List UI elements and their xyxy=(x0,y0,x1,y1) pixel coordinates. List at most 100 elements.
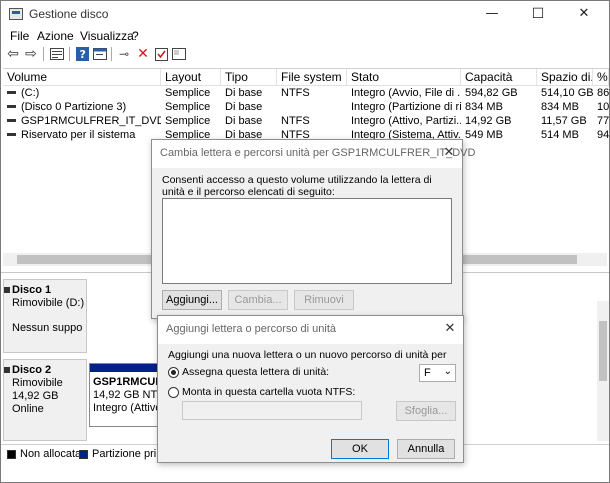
cell-spazio: 514,10 GB xyxy=(541,87,593,99)
cell-stato: Integro (Attivo, Partizi... xyxy=(351,115,461,127)
cell-spazio: 514 MB xyxy=(541,129,579,141)
disk-2-type: Rimovibile xyxy=(12,377,63,389)
table-row[interactable]: (C:) Semplice Di base NTFS Integro (Avvi… xyxy=(3,86,609,100)
maximize-button[interactable]: ☐ xyxy=(515,1,561,28)
col-capacita[interactable]: Capacità xyxy=(461,69,537,86)
disk-2-name: Disco 2 xyxy=(12,364,52,376)
dialog-title-bar: Cambia lettera e percorsi unità per GSP1… xyxy=(152,140,475,168)
cell-layout: Semplice xyxy=(165,101,211,113)
disk-icon xyxy=(4,287,10,293)
col-percent[interactable]: % c xyxy=(593,69,609,86)
col-tipo[interactable]: Tipo xyxy=(221,69,277,86)
close-icon[interactable]: ✕ xyxy=(439,320,461,340)
col-layout[interactable]: Layout xyxy=(161,69,221,86)
vertical-scrollbar[interactable] xyxy=(597,301,609,441)
change-button[interactable]: Cambia... xyxy=(228,290,288,310)
disk-2-header[interactable]: Disco 2 Rimovibile 14,92 GB Online xyxy=(3,359,87,441)
mount-folder-input[interactable] xyxy=(182,401,362,420)
dialog-title: Aggiungi lettera o percorso di unità xyxy=(166,323,336,335)
cell-file-system xyxy=(277,100,347,114)
dialog-description: Aggiungi una nuova lettera o un nuovo pe… xyxy=(168,349,447,361)
disk-1-header[interactable]: Disco 1 Rimovibile (D:) Nessun suppo xyxy=(3,279,87,353)
drive-paths-list[interactable] xyxy=(162,198,452,284)
table-row[interactable]: (Disco 0 Partizione 3) Semplice Di base … xyxy=(3,100,609,114)
cell-spazio: 11,57 GB xyxy=(541,115,587,127)
menu-file[interactable]: File xyxy=(10,29,29,43)
properties-icon[interactable] xyxy=(92,46,108,62)
mount-folder-label[interactable]: Monta in questa cartella vuota NTFS: xyxy=(182,386,355,398)
cell-percent: 100 xyxy=(597,101,609,113)
disk-1-name: Disco 1 xyxy=(12,284,52,296)
cell-stato: Integro (Avvio, File di ... xyxy=(351,87,461,99)
cell-capacita: 834 MB xyxy=(465,101,503,113)
disk-2-size: 14,92 GB xyxy=(12,390,59,402)
volume-icon xyxy=(7,105,16,108)
minimize-button[interactable]: — xyxy=(469,1,515,28)
delete-icon[interactable]: ✕ xyxy=(135,46,151,62)
check-icon[interactable] xyxy=(153,46,169,62)
assign-letter-radio[interactable] xyxy=(168,367,179,378)
mount-folder-radio[interactable] xyxy=(168,387,179,398)
remove-button[interactable]: Rimuovi xyxy=(294,290,354,310)
col-file-system[interactable]: File system xyxy=(277,69,347,86)
chevron-down-icon: ⌄ xyxy=(443,366,452,377)
connect-icon[interactable]: ⊸ xyxy=(116,46,132,62)
menu-help[interactable]: ? xyxy=(132,29,139,43)
add-drive-letter-dialog: Aggiungi lettera o percorso di unità ✕ A… xyxy=(157,315,464,463)
cell-file-system: NTFS xyxy=(281,87,310,99)
cell-stato: Integro (Partizione di ri... xyxy=(351,101,461,113)
table-header: Volume Layout Tipo File system Stato Cap… xyxy=(3,69,609,86)
cell-layout: Semplice xyxy=(165,87,211,99)
back-arrow-icon[interactable]: ⇦ xyxy=(5,46,21,62)
cell-tipo: Di base xyxy=(225,115,263,127)
dialog-title: Cambia lettera e percorsi unità per GSP1… xyxy=(160,147,476,159)
menu-azione[interactable]: Azione xyxy=(37,29,74,43)
close-button[interactable]: ✕ xyxy=(561,1,607,28)
dialog-title-bar: Aggiungi lettera o percorso di unità ✕ xyxy=(158,316,463,344)
disk-1-type: Rimovibile (D:) xyxy=(12,297,85,309)
cell-tipo: Di base xyxy=(225,101,263,113)
close-icon[interactable]: ✕ xyxy=(438,144,460,164)
window-icon[interactable] xyxy=(171,46,187,62)
dialog-description: Consenti accesso a questo volume utilizz… xyxy=(162,174,432,198)
volume-icon xyxy=(7,133,16,136)
table-row[interactable]: GSP1RMCULFRER_IT_DVD Semplice Di base NT… xyxy=(3,114,609,128)
forward-arrow-icon[interactable]: ⇨ xyxy=(23,46,39,62)
legend-unallocated-swatch xyxy=(7,450,16,459)
col-spazio[interactable]: Spazio di... xyxy=(537,69,593,86)
help-icon[interactable]: ? xyxy=(74,46,90,62)
legend-unallocated-label: Non allocata xyxy=(20,448,82,460)
menu-bar: File Azione Visualizza ? xyxy=(1,28,609,46)
cell-tipo: Di base xyxy=(225,87,263,99)
disk-management-window: Gestione disco — ☐ ✕ File Azione Visuali… xyxy=(0,0,610,483)
cell-volume: Riservato per il sistema xyxy=(21,129,136,141)
cell-volume: GSP1RMCULFRER_IT_DVD xyxy=(21,115,161,127)
browse-button[interactable]: Sfoglia... xyxy=(396,401,456,421)
cell-percent: 86 xyxy=(597,87,609,99)
cell-spazio: 834 MB xyxy=(541,101,579,113)
menu-visualizza[interactable]: Visualizza xyxy=(80,29,134,43)
volume-icon xyxy=(7,91,16,94)
assign-letter-label[interactable]: Assegna questa lettera di unità: xyxy=(182,366,329,378)
cancel-button[interactable]: Annulla xyxy=(397,439,455,459)
list-view-icon[interactable] xyxy=(49,46,65,62)
drive-letter-select[interactable]: F ⌄ xyxy=(419,364,456,382)
volume-icon xyxy=(7,119,16,122)
cell-capacita: 14,92 GB xyxy=(465,115,512,127)
disk-management-icon xyxy=(9,8,23,20)
scrollbar-thumb[interactable] xyxy=(599,321,607,381)
col-stato[interactable]: Stato xyxy=(347,69,461,86)
add-button[interactable]: Aggiungi... xyxy=(162,290,222,310)
disk-2-status: Online xyxy=(12,403,44,415)
cell-file-system: NTFS xyxy=(281,115,310,127)
cell-percent: 77 xyxy=(597,115,609,127)
cell-volume: (Disco 0 Partizione 3) xyxy=(21,101,127,113)
cell-capacita: 594,82 GB xyxy=(465,87,518,99)
cell-capacita: 549 MB xyxy=(465,129,503,141)
cell-layout: Semplice xyxy=(165,115,211,127)
drive-letter-value: F xyxy=(424,367,431,379)
change-drive-letter-dialog: Cambia lettera e percorsi unità per GSP1… xyxy=(151,139,475,319)
ok-button[interactable]: OK xyxy=(331,439,389,459)
col-volume[interactable]: Volume xyxy=(3,69,161,86)
cell-percent: 94 xyxy=(597,129,609,141)
